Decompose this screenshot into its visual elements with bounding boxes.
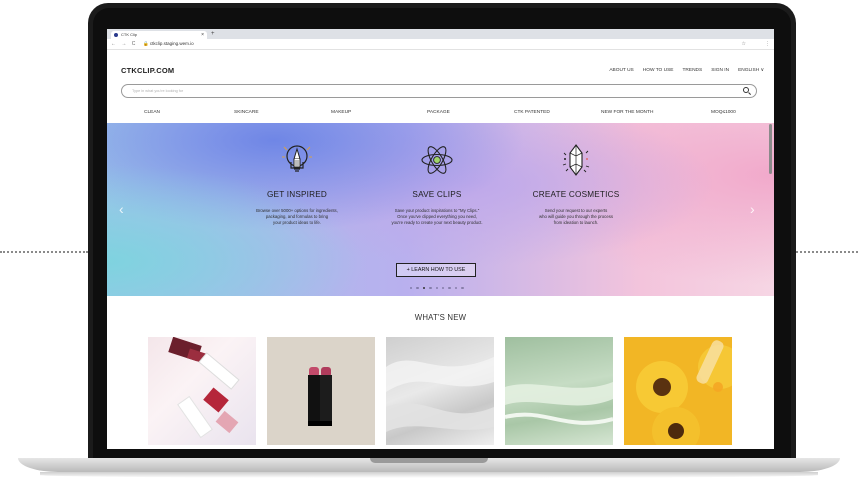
search-bar[interactable]: Type in what you're looking for [121, 84, 757, 98]
top-nav: ABOUT US HOW TO USE TRENDS SIGN IN ENGLI… [609, 68, 764, 73]
tab-title: CTK Clip [121, 32, 138, 37]
pager-dot[interactable] [448, 287, 451, 290]
nav-about-us[interactable]: ABOUT US [609, 68, 633, 73]
hero-title-create: CREATE COSMETICS [532, 190, 620, 199]
pager-dot[interactable] [461, 287, 464, 290]
decorative-dotted-line-right [796, 251, 858, 253]
carousel-prev-arrow[interactable]: ‹ [119, 201, 124, 217]
hero-column-clips: SAVE CLIPS Save your product inspiration… [367, 143, 507, 227]
carousel-next-arrow[interactable]: › [750, 201, 755, 217]
hero-column-create: CREATE COSMETICS Send your request to ou… [506, 143, 646, 227]
kebab-icon[interactable]: ⋮ [765, 40, 770, 48]
laptop-shadow [40, 472, 818, 478]
category-package[interactable]: PACKAGE [427, 110, 450, 115]
nav-how-to-use[interactable]: HOW TO USE [643, 68, 674, 73]
product-image-lipstick-swatches[interactable] [148, 337, 256, 445]
category-nav: CLEAN SKINCARE MAKEUP PACKAGE CTK PATENT… [107, 110, 774, 120]
browser-tab[interactable]: CTK Clip × [111, 31, 207, 39]
hero-column-inspired: GET INSPIRED Browse over 5000+ options f… [227, 143, 367, 227]
favicon-icon [114, 33, 118, 37]
search-icon[interactable] [743, 87, 749, 93]
product-image-cream-texture[interactable] [386, 337, 494, 445]
category-clean[interactable]: CLEAN [144, 110, 160, 115]
browser-tab-bar: CTK Clip × + [107, 29, 774, 39]
browser-nav-buttons[interactable]: ← → C [111, 40, 137, 48]
learn-how-to-use-button[interactable]: + LEARN HOW TO USE [396, 263, 476, 277]
pager-dot[interactable] [435, 287, 438, 290]
category-skincare[interactable]: SKINCARE [234, 110, 259, 115]
lightbulb-pencil-icon [282, 145, 312, 172]
category-ctk-patented[interactable]: CTK PATENTED [514, 110, 550, 115]
language-select[interactable]: ENGLISH ∨ [738, 68, 764, 73]
atom-icon [421, 146, 453, 174]
crystal-icon [562, 144, 590, 176]
pager-dot[interactable] [429, 287, 432, 290]
hero-desc-inspired: Browse over 5000+ options for ingredient… [227, 208, 367, 227]
site-logo[interactable]: CTKCLIP.COM [121, 66, 174, 75]
pager-dot[interactable] [410, 287, 413, 290]
category-makeup[interactable]: MAKEUP [331, 110, 351, 115]
desc-line: your product ideas to life. [272, 220, 321, 226]
category-new-for-the-month[interactable]: NEW FOR THE MONTH [601, 110, 653, 115]
star-icon[interactable]: ☆ [742, 40, 746, 48]
url-text: ctkclip.staging.wem.io [149, 41, 194, 46]
nav-sign-in[interactable]: SIGN IN [711, 68, 729, 73]
scrollbar-thumb[interactable] [769, 124, 772, 174]
product-image-gel-swatch[interactable] [505, 337, 613, 445]
pager-dot[interactable] [422, 287, 426, 290]
hero-title-clips: SAVE CLIPS [412, 190, 462, 199]
hero-desc-create: Send your request to our experts who wil… [506, 208, 646, 227]
hero-title-inspired: GET INSPIRED [266, 190, 328, 199]
product-image-flowers[interactable] [624, 337, 732, 445]
desc-line: you're ready to create your next beauty … [391, 220, 483, 226]
laptop-notch [370, 458, 488, 463]
hero-desc-clips: Save your product inspirations to "My Cl… [367, 208, 507, 227]
product-image-lipstick-tubes[interactable] [267, 337, 375, 445]
url-field[interactable]: 🔒 ctkclip.staging.wem.io [143, 40, 194, 48]
pager-dot[interactable] [416, 287, 419, 290]
laptop-screen: CTK Clip × + ← → C 🔒 ctkclip.staging.wem… [107, 29, 774, 449]
tab-close-icon[interactable]: × [201, 31, 204, 39]
address-bar: ← → C 🔒 ctkclip.staging.wem.io ☆ ⋮ [107, 39, 774, 50]
search-placeholder: Type in what you're looking for [132, 89, 184, 93]
pager-dot[interactable] [441, 287, 445, 290]
nav-trends[interactable]: TRENDS [683, 68, 703, 73]
desc-line: from ideation to launch. [553, 220, 599, 226]
whats-new-heading: WHAT'S NEW [414, 313, 467, 322]
new-tab-button[interactable]: + [211, 30, 215, 38]
decorative-dotted-line-left [0, 251, 88, 253]
carousel-pager [410, 287, 464, 290]
category-moq[interactable]: MOQ≤1000 [711, 110, 736, 115]
pager-dot[interactable] [454, 287, 458, 290]
